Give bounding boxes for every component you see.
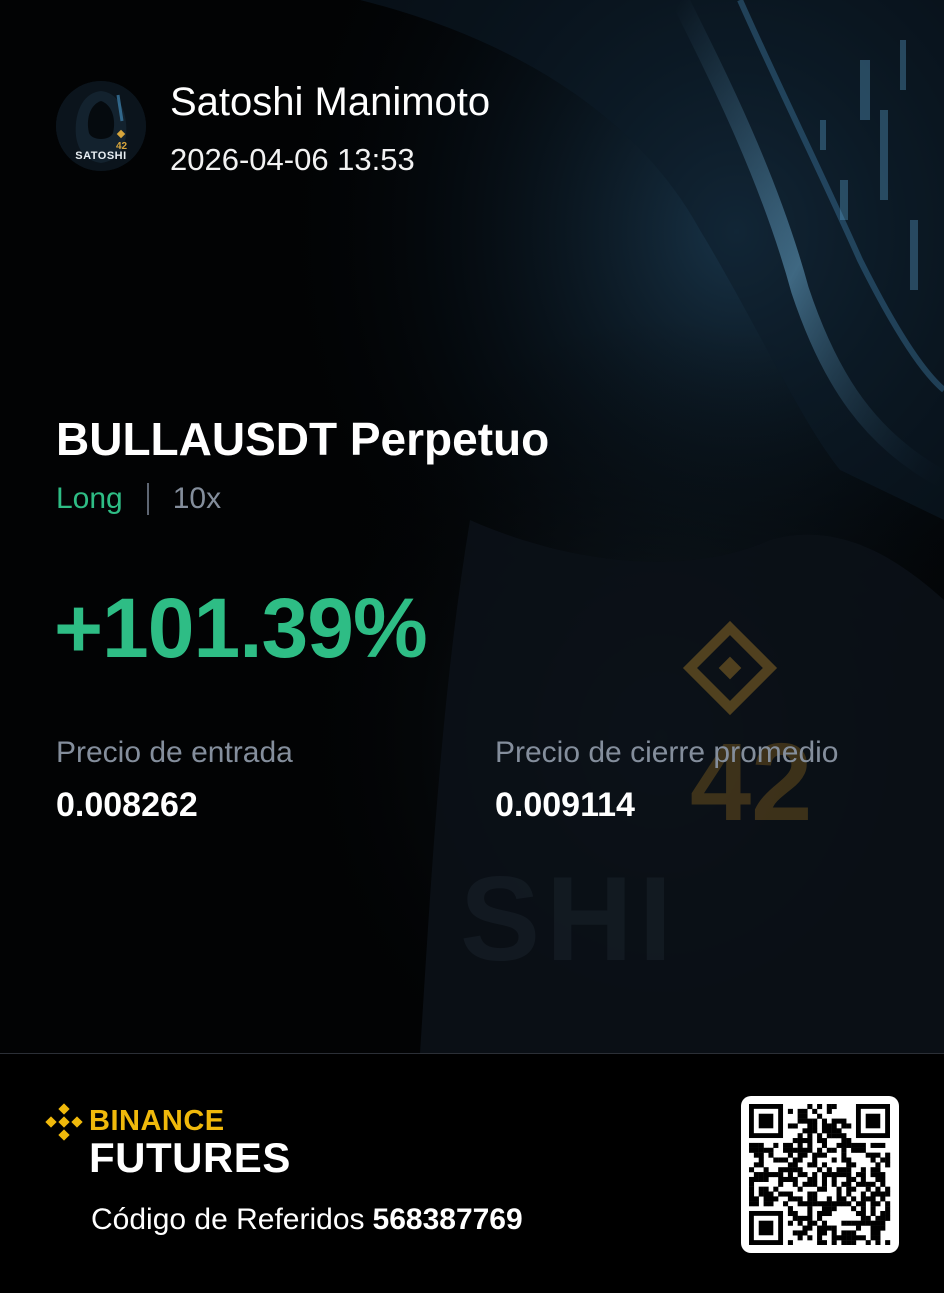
referral-row: Código de Referidos 568387769	[91, 1203, 523, 1237]
position-side-row: Long 10x	[56, 479, 221, 519]
referral-label: Código de Referidos	[91, 1203, 365, 1236]
close-price-value: 0.009114	[495, 786, 635, 824]
pnl-share-card: 42 SHI 42 SATOSHI Satoshi Manimoto 2026-…	[0, 0, 944, 1293]
side-divider	[146, 483, 149, 515]
avatar: 42 SATOSHI	[56, 81, 146, 171]
user-name: Satoshi Manimoto	[170, 80, 491, 124]
pnl-percent: +101.39%	[54, 581, 428, 675]
referral-code: 568387769	[372, 1203, 523, 1236]
leverage: 10x	[172, 482, 222, 515]
binance-logo-icon	[45, 1103, 83, 1141]
svg-text:SHI: SHI	[460, 852, 678, 986]
qr-code-image	[749, 1104, 891, 1245]
share-timestamp: 2026-04-06 13:53	[170, 142, 415, 177]
product-name: FUTURES	[89, 1134, 291, 1181]
avatar-label: SATOSHI	[75, 150, 127, 162]
entry-price-label: Precio de entrada	[56, 736, 293, 769]
qr-code[interactable]	[741, 1096, 899, 1253]
position-side: Long	[56, 482, 123, 515]
close-price-label: Precio de cierre promedio	[495, 736, 839, 769]
entry-price-value: 0.008262	[56, 786, 198, 824]
contract-title: BULLAUSDT Perpetuo	[56, 413, 550, 465]
